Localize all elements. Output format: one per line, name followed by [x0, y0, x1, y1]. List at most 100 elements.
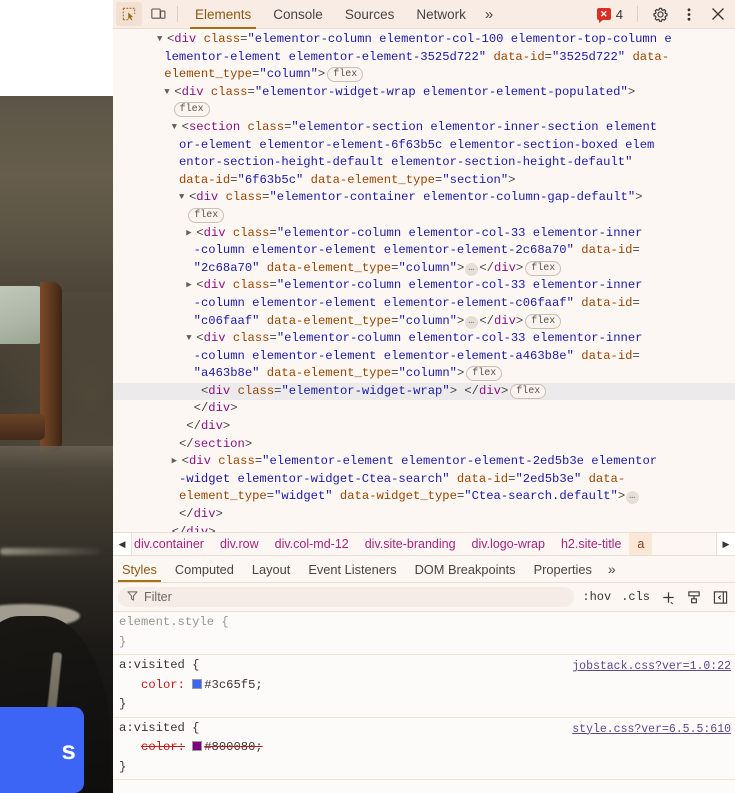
inspect-element-icon[interactable] [116, 2, 142, 26]
css-declaration[interactable]: color: #3c65f5; [113, 676, 735, 696]
dom-node-line[interactable]: ▼ <div class="elementor-column elementor-… [113, 330, 735, 348]
css-selector[interactable]: element.style { [119, 613, 229, 633]
dom-node-line[interactable]: lementor-element elementor-element-3525d… [113, 49, 735, 67]
hov-toggle[interactable]: :hov [580, 590, 613, 604]
css-property-name[interactable]: color: [141, 740, 185, 754]
dom-node-line[interactable]: </div> [113, 524, 735, 532]
tab-layout[interactable]: Layout [243, 556, 299, 582]
css-property-value[interactable]: #800080; [204, 740, 263, 754]
chevron-right-icon[interactable]: ▶ [186, 225, 196, 243]
dom-node-line[interactable]: </section> [113, 436, 735, 454]
flex-badge[interactable]: flex [525, 313, 562, 329]
dom-node-line[interactable]: data-id="6f63b5c" data-element_type="sec… [113, 172, 735, 190]
chevron-down-icon[interactable]: ▼ [164, 84, 174, 102]
breadcrumb-item-div-container[interactable]: div.container [132, 533, 212, 555]
breadcrumb-scroll-left-icon[interactable]: ◀ [113, 533, 132, 555]
dom-node-line[interactable]: "a463b8e" data-element_type="column"> fle… [113, 365, 735, 383]
tab-computed[interactable]: Computed [166, 556, 243, 582]
dom-node-line[interactable]: -column elementor-element elementor-elem… [113, 242, 735, 260]
dom-node-line[interactable]: ▶ <div class="elementor-element elementor… [113, 453, 735, 471]
tab-event-listeners[interactable]: Event Listeners [299, 556, 405, 582]
dom-node-line[interactable]: or-element elementor-element-6f63b5c ele… [113, 137, 735, 155]
flex-badge[interactable]: flex [466, 366, 503, 382]
chevron-down-icon[interactable]: ▼ [172, 119, 182, 137]
photo-screen [0, 286, 44, 344]
element-classes-icon[interactable] [684, 587, 704, 607]
dom-node-line[interactable]: element_type="column"> flex [113, 66, 735, 84]
dom-node-line[interactable]: -column elementor-element elementor-elem… [113, 348, 735, 366]
flex-badge[interactable]: flex [510, 383, 547, 399]
more-options-icon[interactable] [676, 2, 702, 26]
dom-node-line[interactable]: "c06faaf" data-element_type="column">… </… [113, 313, 735, 331]
gear-icon[interactable] [647, 2, 673, 26]
dom-node-line[interactable]: flex [113, 101, 735, 119]
error-indicator[interactable]: ✕ 4 [589, 7, 631, 23]
dom-node-line[interactable]: </div> [113, 506, 735, 524]
dom-node-line[interactable]: ▼ <div class="elementor-container element… [113, 189, 735, 207]
breadcrumb-item-div-row[interactable]: div.row [212, 533, 267, 555]
css-property-name[interactable]: color: [141, 678, 185, 692]
css-rule[interactable]: a:visited {jobstack.css?ver=1.0:22 color:… [113, 655, 735, 718]
color-swatch-icon[interactable] [192, 741, 203, 751]
dom-node-line[interactable]: </div> [113, 418, 735, 436]
css-rule[interactable]: element.style {} [113, 612, 735, 655]
filter-input[interactable]: Filter [118, 587, 575, 607]
dom-node-line[interactable]: ▼ <section class="elementor-section eleme… [113, 119, 735, 137]
dom-node-line[interactable]: "2c68a70" data-element_type="column">… </… [113, 260, 735, 278]
styles-more-tabs-icon[interactable]: » [601, 556, 623, 582]
more-tabs-icon[interactable]: » [477, 0, 501, 29]
color-swatch-icon[interactable] [192, 678, 203, 689]
cls-toggle[interactable]: .cls [619, 590, 652, 604]
tab-console[interactable]: Console [262, 0, 334, 29]
dom-node-line[interactable]: ▶ <div class="elementor-column elementor-… [113, 277, 735, 295]
dom-node-line[interactable]: ▼ <div class="elementor-widget-wrap eleme… [113, 84, 735, 102]
chevron-right-icon[interactable]: ▶ [186, 277, 196, 295]
css-declaration[interactable]: color: #800080; [113, 738, 735, 758]
dom-node-line[interactable]: -widget elementor-widget-Ctea-search" da… [113, 471, 735, 489]
device-toolbar-icon[interactable] [145, 2, 171, 26]
tab-elements[interactable]: Elements [184, 0, 262, 29]
chevron-down-icon[interactable]: ▼ [157, 31, 167, 49]
expand-ellipsis-icon[interactable]: … [626, 491, 640, 505]
css-origin-link[interactable]: style.css?ver=6.5.5:610 [572, 720, 731, 740]
breadcrumb-item-a[interactable]: a [629, 533, 653, 555]
dom-node-line[interactable]: entor-section-height-default elementor-s… [113, 154, 735, 172]
tab-sources[interactable]: Sources [334, 0, 406, 29]
add-new-style-rule-icon[interactable] [658, 587, 678, 607]
expand-ellipsis-icon[interactable]: … [465, 315, 479, 329]
tab-network[interactable]: Network [405, 0, 477, 29]
css-selector[interactable]: a:visited { [119, 719, 199, 739]
breadcrumb-item-h2-site-title[interactable]: h2.site-title [553, 533, 629, 555]
flex-badge[interactable]: flex [188, 207, 225, 223]
dom-node-line[interactable]: ▼ <div class="elementor-column elementor-… [113, 31, 735, 49]
flex-badge[interactable]: flex [327, 67, 364, 83]
css-rule[interactable]: a:visited {style.css?ver=6.5.5:610 color:… [113, 718, 735, 780]
dom-node-line[interactable]: -column elementor-element elementor-elem… [113, 295, 735, 313]
tab-styles[interactable]: Styles [113, 556, 166, 582]
chevron-down-icon[interactable]: ▼ [186, 330, 196, 348]
css-rules-pane[interactable]: element.style {} a:visited {jobstack.css?… [113, 612, 735, 793]
dom-node-line[interactable]: ▶ <div class="elementor-column elementor-… [113, 225, 735, 243]
dom-node-line[interactable]: element_type="widget" data-widget_type="… [113, 488, 735, 506]
breadcrumb-item-div-site-branding[interactable]: div.site-branding [357, 533, 464, 555]
breadcrumb-scroll-right-icon[interactable]: ▶ [716, 533, 735, 555]
dom-node-line[interactable]: flex [113, 207, 735, 225]
flex-badge[interactable]: flex [525, 260, 562, 276]
css-origin-link[interactable]: jobstack.css?ver=1.0:22 [572, 657, 731, 677]
tab-dom-breakpoints[interactable]: DOM Breakpoints [406, 556, 525, 582]
toggle-sidebar-icon[interactable] [710, 587, 730, 607]
breadcrumb-item-div-logo-wrap[interactable]: div.logo-wrap [464, 533, 553, 555]
css-property-value[interactable]: #3c65f5; [204, 678, 263, 692]
expand-ellipsis-icon[interactable]: … [465, 262, 479, 276]
page-cta-button[interactable]: s [0, 707, 84, 793]
breadcrumb-item-div-col-md-12[interactable]: div.col-md-12 [267, 533, 357, 555]
close-icon[interactable] [705, 2, 731, 26]
chevron-down-icon[interactable]: ▼ [179, 189, 189, 207]
chevron-right-icon[interactable]: ▶ [172, 453, 182, 471]
dom-node-line[interactable]: </div> [113, 400, 735, 418]
css-selector[interactable]: a:visited { [119, 656, 199, 676]
dom-node-line[interactable]: <div class="elementor-widget-wrap"> </di… [113, 382, 735, 401]
tab-properties[interactable]: Properties [525, 556, 601, 582]
flex-badge[interactable]: flex [173, 102, 210, 118]
dom-tree[interactable]: ▼ <div class="elementor-column elementor-… [113, 29, 735, 532]
